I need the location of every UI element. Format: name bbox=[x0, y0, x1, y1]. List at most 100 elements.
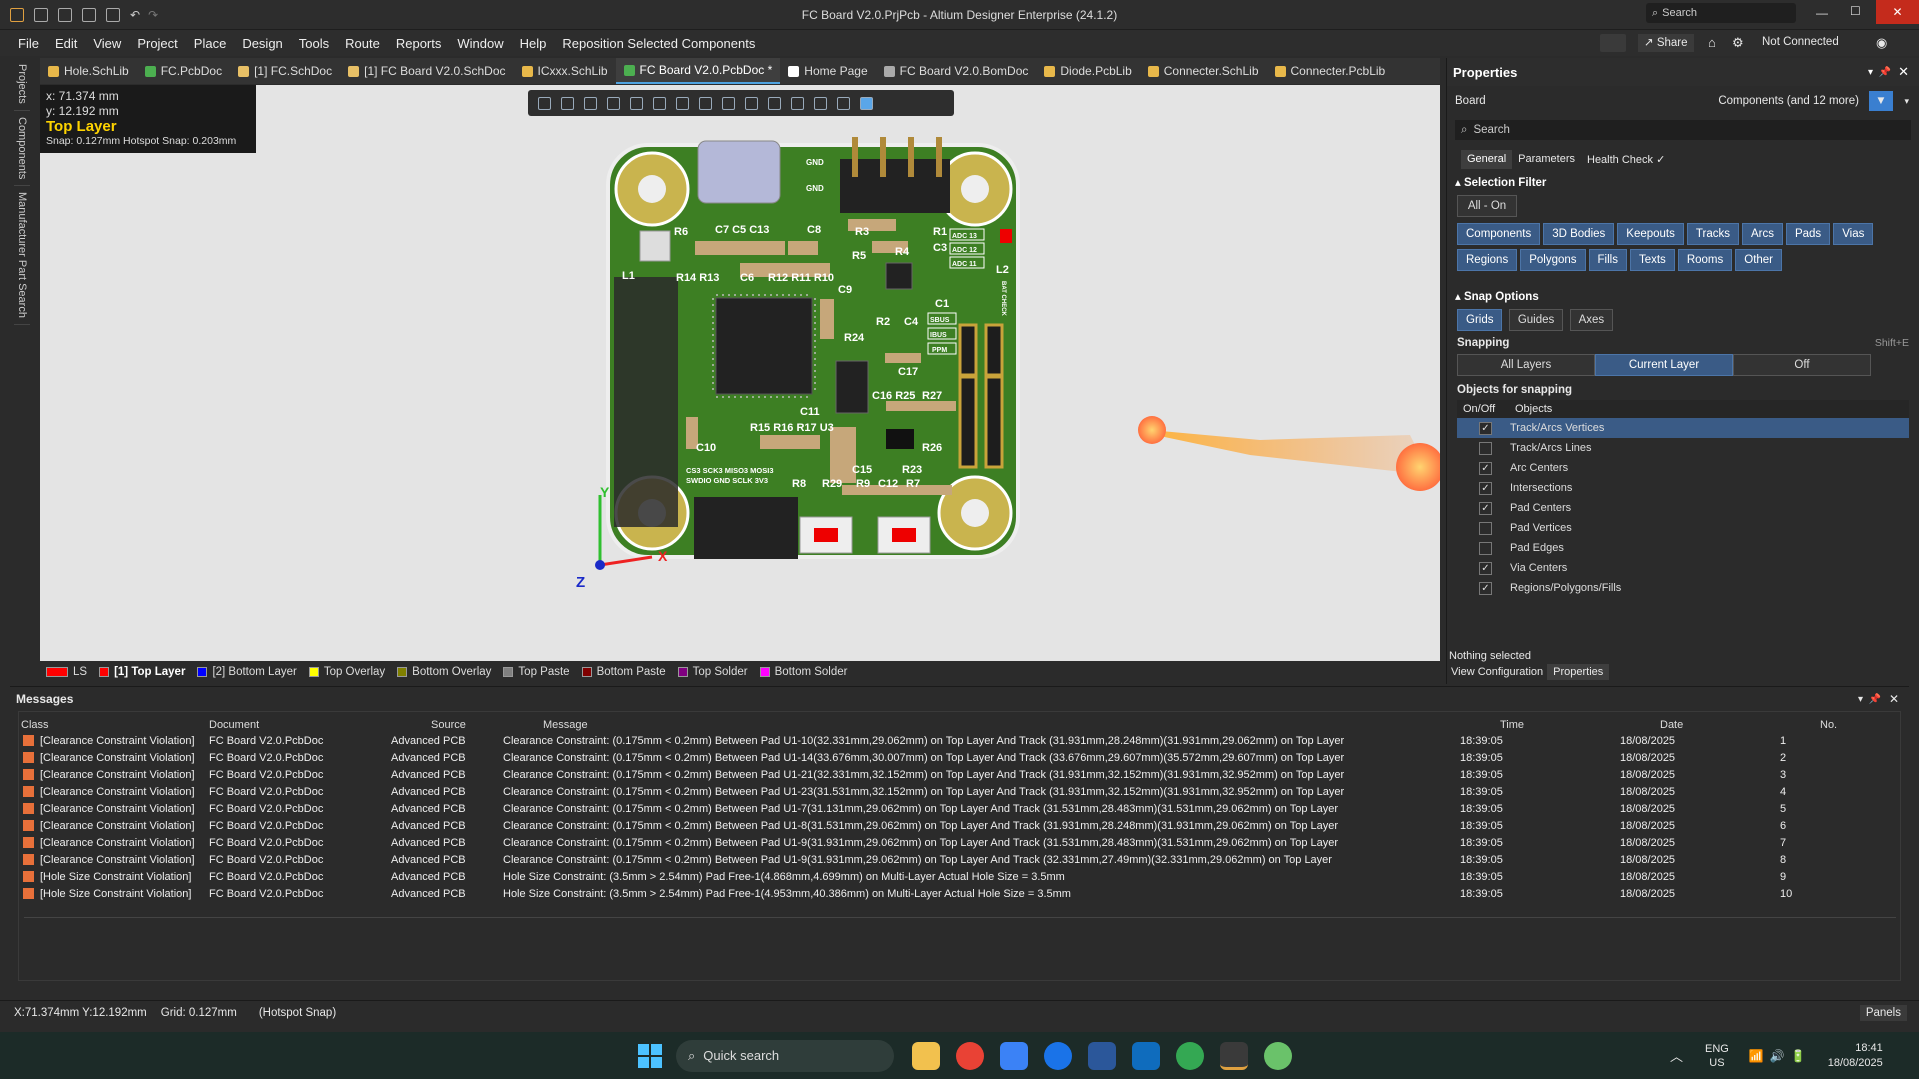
battery-icon[interactable]: 🔋 bbox=[1791, 1049, 1806, 1063]
snap-object-checkbox[interactable]: ✓ bbox=[1479, 581, 1492, 595]
filter-tracks-button[interactable]: Tracks bbox=[1686, 223, 1739, 245]
message-row[interactable]: [Clearance Constraint Violation] FC Board… bbox=[19, 732, 1900, 749]
altium-icon[interactable] bbox=[1220, 1041, 1248, 1070]
layer-tab[interactable]: Top Overlay bbox=[303, 666, 391, 678]
snap-options-title[interactable]: ▴ Snap Options bbox=[1447, 283, 1919, 309]
connection-status[interactable]: Not Connected bbox=[1762, 36, 1839, 48]
volume-icon[interactable]: 🔊 bbox=[1770, 1049, 1785, 1063]
language-indicator[interactable]: ENG US bbox=[1705, 1042, 1729, 1070]
snap-axes-button[interactable]: Axes bbox=[1569, 309, 1614, 331]
doc-tab[interactable]: [1] FC Board V2.0.SchDoc bbox=[340, 58, 513, 84]
menu-reports[interactable]: Reports bbox=[388, 36, 450, 51]
doc-tab[interactable]: Diode.PcbLib bbox=[1036, 58, 1139, 84]
snap-object-checkbox[interactable] bbox=[1479, 521, 1492, 535]
message-row[interactable]: [Hole Size Constraint Violation] FC Board… bbox=[19, 868, 1900, 885]
word-icon[interactable] bbox=[1088, 1041, 1116, 1070]
menu-project[interactable]: Project bbox=[129, 36, 185, 51]
start-button[interactable] bbox=[638, 1043, 662, 1068]
snap-current-layer[interactable]: Current Layer bbox=[1595, 354, 1733, 376]
filter-regions-button[interactable]: Regions bbox=[1457, 249, 1518, 271]
outlook-icon[interactable] bbox=[1132, 1041, 1160, 1070]
snap-all-layers[interactable]: All Layers bbox=[1457, 354, 1595, 376]
wifi-icon[interactable]: 📶 bbox=[1749, 1049, 1764, 1063]
snap-grids-button[interactable]: Grids bbox=[1457, 309, 1503, 331]
doc-tab[interactable]: FC.PcbDoc bbox=[137, 58, 230, 84]
line-icon[interactable] bbox=[837, 96, 850, 110]
select-rect-icon[interactable] bbox=[607, 96, 620, 110]
snap-object-checkbox[interactable]: ✓ bbox=[1479, 561, 1492, 575]
store-icon[interactable] bbox=[1000, 1041, 1028, 1070]
all-on-button[interactable]: All - On bbox=[1457, 195, 1517, 217]
doc-tab[interactable]: FC Board V2.0.PcbDoc * bbox=[615, 58, 781, 84]
panels-button[interactable]: Panels bbox=[1859, 1004, 1907, 1021]
snap-off[interactable]: Off bbox=[1733, 354, 1871, 376]
snap-object-checkbox[interactable]: ✓ bbox=[1479, 481, 1492, 495]
layer-tab[interactable]: Bottom Overlay bbox=[391, 666, 497, 678]
file-explorer-icon[interactable] bbox=[912, 1041, 940, 1070]
close-button[interactable]: ✕ bbox=[1876, 0, 1919, 24]
col-message[interactable]: Message bbox=[543, 719, 1500, 731]
filter-icon[interactable] bbox=[538, 96, 551, 110]
filter-button[interactable]: ▼ bbox=[1869, 91, 1893, 111]
filter-polygons-button[interactable]: Polygons bbox=[1520, 249, 1586, 271]
filter-pads-button[interactable]: Pads bbox=[1785, 223, 1831, 245]
tab-health-check[interactable]: Health Check ✓ bbox=[1581, 150, 1671, 169]
filter-vias-button[interactable]: Vias bbox=[1833, 223, 1874, 245]
app-icon[interactable] bbox=[1264, 1041, 1292, 1070]
col-class[interactable]: Class bbox=[19, 719, 209, 731]
menu-tools[interactable]: Tools bbox=[291, 36, 337, 51]
snap-object-row[interactable]: ✓ Track/Arcs Vertices bbox=[1457, 418, 1909, 438]
layer-tab[interactable]: Top Solder bbox=[672, 666, 754, 678]
snap-object-row[interactable]: ✓ Pad Centers bbox=[1457, 498, 1909, 518]
filter-arcs-button[interactable]: Arcs bbox=[1741, 223, 1783, 245]
snap-object-checkbox[interactable]: ✓ bbox=[1479, 461, 1492, 475]
properties-search[interactable]: ⌕ Search bbox=[1455, 120, 1911, 140]
snap-object-row[interactable]: Pad Edges bbox=[1457, 538, 1909, 558]
panel-menu-icon[interactable]: ▾ bbox=[1868, 67, 1873, 78]
message-row[interactable]: [Clearance Constraint Violation] FC Board… bbox=[19, 749, 1900, 766]
layer-tab[interactable]: LS bbox=[40, 666, 93, 678]
message-row[interactable]: [Clearance Constraint Violation] FC Board… bbox=[19, 851, 1900, 868]
col-source[interactable]: Source bbox=[431, 719, 543, 731]
manufacturer-part-search-tab[interactable]: Manufacturer Part Search bbox=[14, 186, 30, 326]
align-icon[interactable] bbox=[630, 96, 643, 110]
message-row[interactable]: [Clearance Constraint Violation] FC Board… bbox=[19, 834, 1900, 851]
message-row[interactable]: [Clearance Constraint Violation] FC Board… bbox=[19, 766, 1900, 783]
filter-fills-button[interactable]: Fills bbox=[1588, 249, 1627, 271]
menu-window[interactable]: Window bbox=[449, 36, 511, 51]
message-row[interactable]: [Clearance Constraint Violation] FC Board… bbox=[19, 783, 1900, 800]
doc-tab[interactable]: [1] FC.SchDoc bbox=[230, 58, 340, 84]
panel-menu-icon[interactable]: ▾ bbox=[1858, 694, 1863, 705]
interactive-route-icon[interactable] bbox=[676, 96, 689, 110]
diff-pair-icon[interactable] bbox=[699, 96, 712, 110]
text-icon[interactable] bbox=[814, 96, 827, 110]
fill-icon[interactable] bbox=[745, 96, 758, 110]
minimize-button[interactable]: — bbox=[1816, 6, 1828, 20]
via-icon[interactable] bbox=[722, 96, 735, 110]
layer-tab[interactable]: Bottom Paste bbox=[576, 666, 672, 678]
doc-tab[interactable]: FC Board V2.0.BomDoc bbox=[876, 58, 1037, 84]
home-icon[interactable]: ⌂ bbox=[1708, 35, 1716, 50]
chrome-profile-icon[interactable] bbox=[1176, 1041, 1204, 1070]
chrome-icon[interactable] bbox=[956, 1041, 984, 1070]
col-date[interactable]: Date bbox=[1660, 719, 1820, 731]
filter-components-button[interactable]: Components bbox=[1457, 223, 1541, 245]
menu-reposition[interactable]: Reposition Selected Components bbox=[554, 36, 763, 51]
filter-dropdown-icon[interactable]: ▾ bbox=[1904, 96, 1909, 107]
panel-close-icon[interactable]: ✕ bbox=[1898, 64, 1909, 80]
share-button[interactable]: ↗ Share bbox=[1638, 34, 1694, 52]
pcb-canvas[interactable]: GND GND R6 C7 C5 C13 C8 R3 R1 R4 C3 R5 A… bbox=[40, 85, 1440, 661]
user-icon[interactable]: ◉ bbox=[1876, 35, 1887, 51]
menu-edit[interactable]: Edit bbox=[47, 36, 85, 51]
snap-object-checkbox[interactable] bbox=[1479, 541, 1492, 555]
col-document[interactable]: Document bbox=[209, 719, 431, 731]
polygon-icon[interactable] bbox=[768, 96, 781, 110]
menu-design[interactable]: Design bbox=[234, 36, 290, 51]
gear-icon[interactable]: ⚙ bbox=[1732, 35, 1744, 51]
filter-rooms-button[interactable]: Rooms bbox=[1677, 249, 1733, 271]
doc-tab[interactable]: Connecter.PcbLib bbox=[1267, 58, 1394, 84]
component-icon[interactable] bbox=[653, 96, 666, 110]
route-icon[interactable] bbox=[561, 96, 574, 110]
doc-tab[interactable]: Connecter.SchLib bbox=[1140, 58, 1267, 84]
message-row[interactable]: [Clearance Constraint Violation] FC Board… bbox=[19, 817, 1900, 834]
